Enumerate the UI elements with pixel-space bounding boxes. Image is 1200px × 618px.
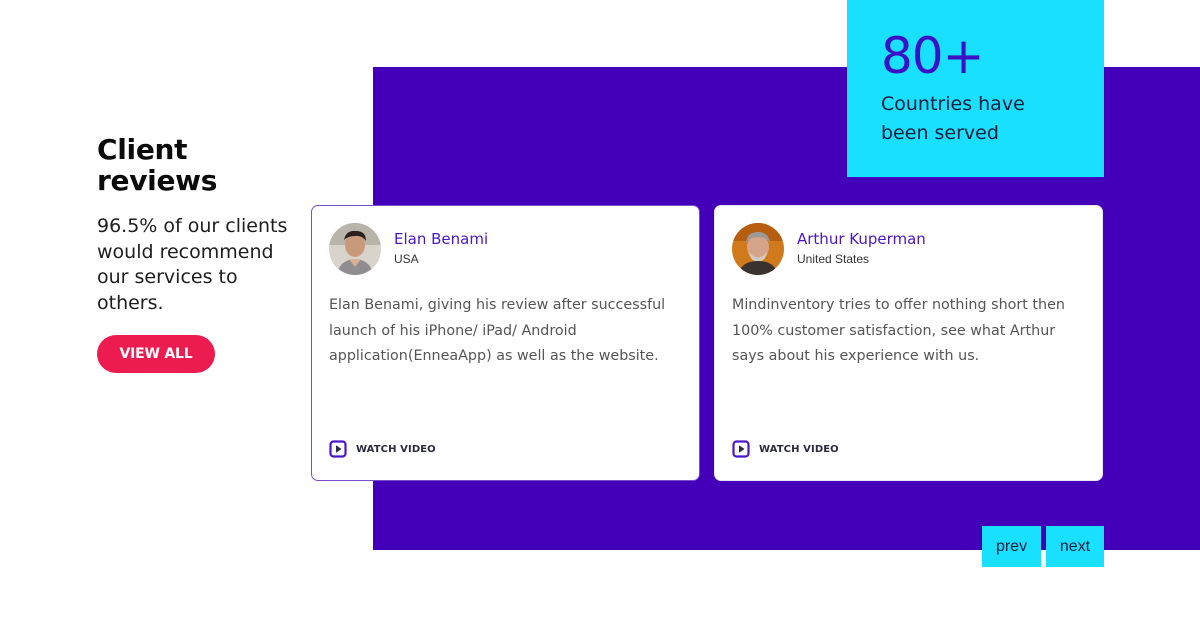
reviewer-avatar (329, 223, 381, 275)
reviewer-header: Elan Benami USA (329, 223, 682, 275)
reviewer-header: Arthur Kuperman United States (732, 223, 1085, 275)
reviewer-name[interactable]: Arthur Kuperman (797, 229, 926, 249)
view-all-button[interactable]: VIEW ALL (97, 335, 215, 374)
reviewer-country: USA (394, 251, 419, 266)
play-square-icon (732, 440, 750, 458)
watch-video-button[interactable]: WATCH VIDEO (732, 440, 839, 458)
review-card: Elan Benami USA Elan Benami, giving his … (311, 205, 700, 481)
reviewer-country: United States (797, 251, 870, 266)
stat-caption: Countries have been served (881, 93, 1025, 144)
play-square-icon (329, 440, 347, 458)
watch-video-label: WATCH VIDEO (356, 443, 436, 455)
watch-video-label: WATCH VIDEO (759, 443, 839, 455)
review-text: Elan Benami, giving his review after suc… (329, 297, 666, 364)
section-description: 96.5% of our clients would recommend our… (97, 215, 288, 314)
review-card: Arthur Kuperman United States Mindinvent… (714, 205, 1103, 481)
watch-video-button[interactable]: WATCH VIDEO (329, 440, 436, 458)
prev-button[interactable]: prev (982, 526, 1041, 567)
countries-stat-box: 80+ Countries have been served (847, 0, 1104, 177)
section-title: Client reviews (97, 133, 218, 197)
next-button[interactable]: next (1046, 526, 1104, 567)
stat-number: 80+ (881, 27, 985, 85)
reviewer-name[interactable]: Elan Benami (394, 229, 488, 249)
review-text: Mindinventory tries to offer nothing sho… (732, 297, 1065, 364)
reviewer-avatar (732, 223, 784, 275)
reviews-intro: Client reviews 96.5% of our clients woul… (97, 133, 297, 374)
